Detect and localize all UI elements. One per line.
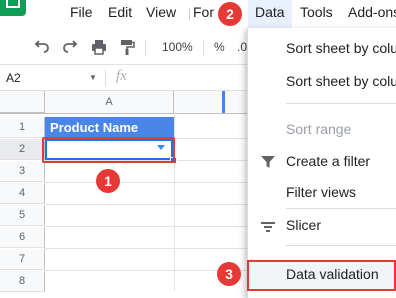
undo-icon[interactable]: [34, 39, 50, 55]
slicer-icon: [261, 220, 275, 238]
menu-divider: [286, 208, 396, 209]
grid-line: [45, 182, 250, 183]
decrease-decimal-button[interactable]: .0: [237, 40, 247, 54]
filter-icon: [261, 155, 275, 173]
row-header[interactable]: 6: [0, 227, 45, 248]
menu-item-slicer[interactable]: Slicer: [286, 217, 321, 233]
menu-format[interactable]: For: [193, 4, 215, 20]
select-all-corner[interactable]: [0, 91, 45, 113]
highlight-box-a2: [42, 137, 175, 163]
column-header-a[interactable]: A: [45, 91, 174, 113]
row-header[interactable]: 1: [0, 117, 45, 138]
name-box[interactable]: A2: [6, 71, 21, 85]
toolbar-divider: [145, 40, 146, 56]
row-header[interactable]: 3: [0, 161, 45, 182]
formula-divider: [105, 70, 106, 86]
freeze-handle[interactable]: [222, 91, 225, 113]
menu-item-data-validation[interactable]: Data validation: [286, 266, 379, 282]
menu-item-sort-range: Sort range: [286, 121, 352, 137]
cell-a1[interactable]: Product Name: [45, 117, 174, 138]
format-percent-button[interactable]: %: [214, 40, 225, 54]
print-icon[interactable]: [91, 39, 107, 55]
grid-line: [45, 204, 250, 205]
menu-edit[interactable]: Edit: [108, 4, 132, 20]
menu-data[interactable]: Data: [248, 0, 292, 28]
menu-addons[interactable]: Add-ons: [348, 4, 396, 20]
row-header[interactable]: 8: [0, 271, 45, 292]
menu-data-label: Data: [255, 4, 285, 20]
chevron-down-icon[interactable]: ▼: [89, 73, 97, 82]
column-header-b[interactable]: [174, 91, 250, 113]
row-header[interactable]: 7: [0, 249, 45, 270]
row-header[interactable]: 5: [0, 205, 45, 226]
redo-icon[interactable]: [62, 39, 78, 55]
menu-item-sort-sheet-za[interactable]: Sort sheet by colu: [286, 73, 396, 89]
menu-view[interactable]: View: [146, 4, 176, 20]
menu-item-create-filter[interactable]: Create a filter: [286, 153, 370, 169]
step-badge-3: 3: [217, 262, 241, 286]
menu-divider: [286, 103, 396, 104]
menu-tools[interactable]: Tools: [300, 4, 333, 20]
menu-file[interactable]: File: [70, 4, 93, 20]
paint-format-icon[interactable]: [119, 39, 135, 55]
grid-line: [45, 248, 250, 249]
toolbar-divider: [203, 40, 204, 56]
sheets-logo-icon[interactable]: [0, 0, 26, 16]
step-badge-2: 2: [218, 2, 242, 26]
zoom-select[interactable]: 100%: [162, 40, 193, 54]
menu-bar: File Edit View For Data Tools Add-ons: [0, 0, 396, 28]
menu-item-sort-sheet-az[interactable]: Sort sheet by colu: [286, 40, 396, 56]
row-header[interactable]: 2: [0, 139, 45, 160]
row-header[interactable]: 4: [0, 183, 45, 204]
grid-line: [45, 226, 250, 227]
menu-item-filter-views[interactable]: Filter views: [286, 184, 356, 200]
fx-icon: fx: [116, 68, 127, 84]
menu-divider: [189, 8, 190, 20]
step-badge-1: 1: [96, 169, 120, 193]
menu-divider: [286, 245, 396, 246]
